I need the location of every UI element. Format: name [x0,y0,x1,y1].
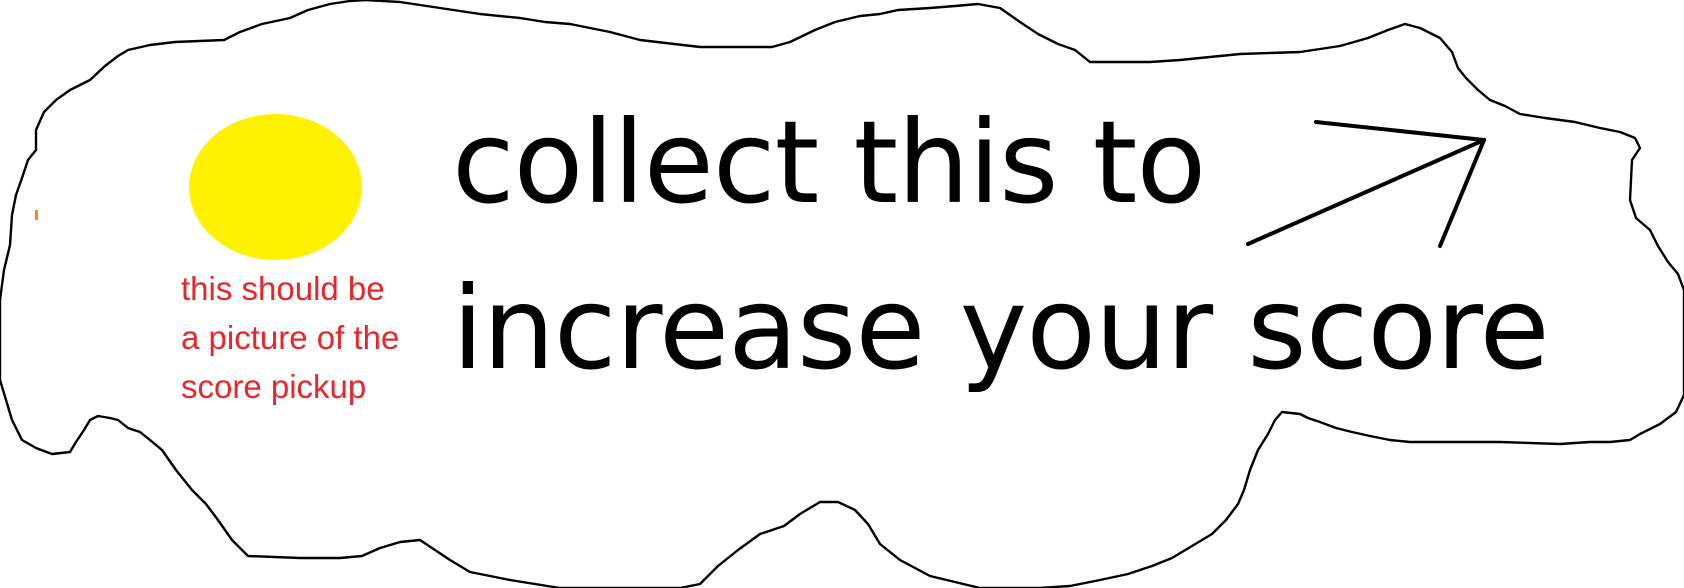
tutorial-panel: this should be a picture of the score pi… [0,0,1684,588]
arrow-icon [1246,120,1486,248]
